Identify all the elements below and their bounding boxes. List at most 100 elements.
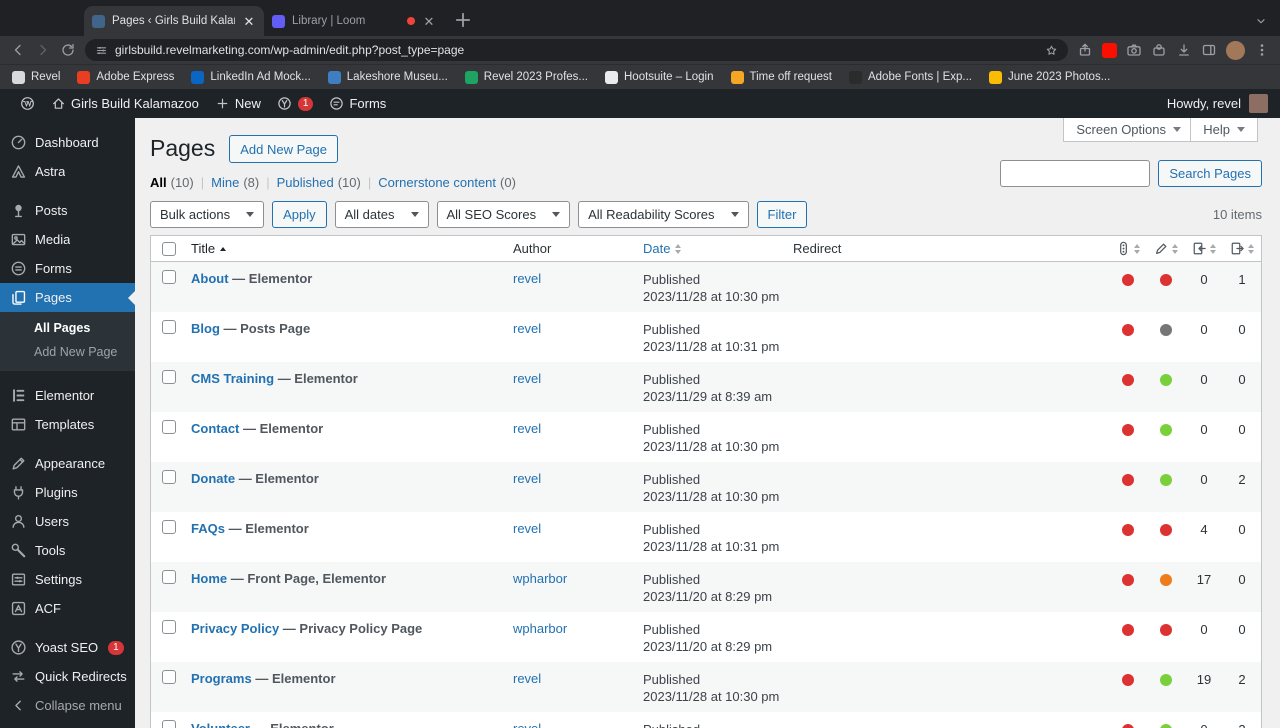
bookmark-time-off-request[interactable]: Time off request xyxy=(730,70,832,84)
wp-logo-menu[interactable] xyxy=(12,89,43,118)
new-content-menu[interactable]: New xyxy=(207,89,269,118)
submenu-item-add-new-page[interactable]: Add New Page xyxy=(0,340,135,364)
page-title-link[interactable]: CMS Training xyxy=(191,371,274,386)
seo-score-column-header[interactable] xyxy=(1109,241,1147,256)
bookmark-hootsuite-login[interactable]: Hootsuite – Login xyxy=(605,70,714,84)
dates-filter-select[interactable]: All dates xyxy=(334,200,429,228)
row-checkbox[interactable] xyxy=(162,720,176,728)
downloads-icon[interactable] xyxy=(1176,42,1192,58)
tab-close-icon[interactable]: ✕ xyxy=(242,15,256,28)
page-title-link[interactable]: About xyxy=(191,271,229,286)
extensions-icon[interactable] xyxy=(1151,42,1167,58)
author-link[interactable]: revel xyxy=(513,521,541,536)
readability-column-header[interactable] xyxy=(1147,241,1185,256)
page-title-link[interactable]: FAQs xyxy=(191,521,225,536)
bulk-actions-select[interactable]: Bulk actions xyxy=(150,200,265,228)
row-checkbox[interactable] xyxy=(162,370,176,384)
bookmark-adobe-fonts-exp[interactable]: Adobe Fonts | Exp... xyxy=(848,70,972,84)
add-new-page-button[interactable]: Add New Page xyxy=(229,135,338,163)
bookmark-revel[interactable]: Revel xyxy=(12,70,60,84)
sidebar-item-dashboard[interactable]: Dashboard xyxy=(0,128,135,157)
forms-menu[interactable]: Forms xyxy=(321,89,394,118)
reload-icon[interactable] xyxy=(60,42,76,58)
sidebar-item-settings[interactable]: Settings xyxy=(0,565,135,594)
sidebar-item-astra[interactable]: Astra xyxy=(0,157,135,186)
forward-icon[interactable] xyxy=(35,42,51,58)
sidebar-item-quick-redirects[interactable]: Quick Redirects xyxy=(0,662,135,691)
help-button[interactable]: Help xyxy=(1190,118,1258,142)
row-checkbox[interactable] xyxy=(162,520,176,534)
tab-close-icon[interactable]: ✕ xyxy=(422,15,436,28)
page-title-link[interactable]: Programs xyxy=(191,671,252,686)
search-pages-button[interactable]: Search Pages xyxy=(1158,160,1262,187)
tab-search-icon[interactable] xyxy=(1254,14,1268,28)
title-column-header[interactable]: Title xyxy=(187,241,509,256)
row-checkbox[interactable] xyxy=(162,620,176,634)
author-link[interactable]: revel xyxy=(513,271,541,286)
side-panel-icon[interactable] xyxy=(1201,42,1217,58)
acrobat-extension-icon[interactable] xyxy=(1102,42,1117,58)
outgoing-links-column-header[interactable] xyxy=(1223,241,1261,256)
sidebar-item-plugins[interactable]: Plugins xyxy=(0,478,135,507)
author-link[interactable]: revel xyxy=(513,421,541,436)
profile-avatar[interactable] xyxy=(1226,40,1245,60)
view-mine[interactable]: Mine (8) xyxy=(211,175,259,190)
my-account-menu[interactable]: Howdy, revel xyxy=(1167,94,1268,113)
bookmark-star-icon[interactable] xyxy=(1045,44,1058,57)
sidebar-item-forms[interactable]: Forms xyxy=(0,254,135,283)
filter-button[interactable]: Filter xyxy=(756,200,808,228)
sidebar-item-users[interactable]: Users xyxy=(0,507,135,536)
bookmark-linkedin-ad-mock[interactable]: LinkedIn Ad Mock... xyxy=(191,70,311,84)
apply-button[interactable]: Apply xyxy=(272,200,327,228)
page-title-link[interactable]: Privacy Policy xyxy=(191,621,279,636)
author-link[interactable]: wpharbor xyxy=(513,621,567,636)
sidebar-item-posts[interactable]: Posts xyxy=(0,196,135,225)
address-bar[interactable]: girlsbuild.revelmarketing.com/wp-admin/e… xyxy=(85,39,1068,61)
sidebar-item-templates[interactable]: Templates xyxy=(0,410,135,439)
readability-filter-select[interactable]: All Readability Scores xyxy=(578,200,749,228)
page-title-link[interactable]: Donate xyxy=(191,471,235,486)
share-icon[interactable] xyxy=(1077,42,1093,58)
new-tab-button[interactable] xyxy=(452,9,474,31)
page-title-link[interactable]: Contact xyxy=(191,421,239,436)
browser-tab[interactable]: Library | Loom ✕ xyxy=(264,6,444,36)
row-checkbox[interactable] xyxy=(162,270,176,284)
site-settings-icon[interactable] xyxy=(95,44,108,57)
sidebar-item-acf[interactable]: ACF xyxy=(0,594,135,623)
sidebar-item-media[interactable]: Media xyxy=(0,225,135,254)
screen-options-button[interactable]: Screen Options xyxy=(1063,118,1194,142)
view-label[interactable]: Published xyxy=(277,175,334,190)
loom-extension-icon[interactable] xyxy=(1126,42,1142,58)
page-title-link[interactable]: Blog xyxy=(191,321,220,336)
author-link[interactable]: revel xyxy=(513,471,541,486)
view-label[interactable]: All xyxy=(150,175,167,190)
view-label[interactable]: Mine xyxy=(211,175,239,190)
author-link[interactable]: revel xyxy=(513,371,541,386)
sidebar-item-appearance[interactable]: Appearance xyxy=(0,449,135,478)
bookmark-revel-2023-profes[interactable]: Revel 2023 Profes... xyxy=(464,70,588,84)
sidebar-item-elementor[interactable]: Elementor xyxy=(0,381,135,410)
sidebar-item-collapse-menu[interactable]: Collapse menu xyxy=(0,691,135,720)
browser-tab[interactable]: Pages ‹ Girls Build Kalamazoo ✕ xyxy=(84,6,264,36)
sidebar-item-pages[interactable]: Pages xyxy=(0,283,135,312)
user-avatar[interactable] xyxy=(1249,94,1268,113)
title-column-link[interactable]: Title xyxy=(191,241,215,256)
author-link[interactable]: revel xyxy=(513,321,541,336)
date-column-link[interactable]: Date xyxy=(643,241,670,256)
row-checkbox[interactable] xyxy=(162,670,176,684)
author-link[interactable]: revel xyxy=(513,721,541,728)
search-input[interactable] xyxy=(1000,160,1151,187)
author-link[interactable]: revel xyxy=(513,671,541,686)
seo-scores-filter-select[interactable]: All SEO Scores xyxy=(436,200,571,228)
page-title-link[interactable]: Home xyxy=(191,571,227,586)
bookmark-lakeshore-museu[interactable]: Lakeshore Museu... xyxy=(327,70,448,84)
page-title-link[interactable]: Volunteer xyxy=(191,721,250,728)
bookmark-adobe-express[interactable]: Adobe Express xyxy=(77,70,174,84)
sidebar-item-tools[interactable]: Tools xyxy=(0,536,135,565)
view-cornerstone-content[interactable]: Cornerstone content (0) xyxy=(378,175,516,190)
author-link[interactable]: wpharbor xyxy=(513,571,567,586)
internal-links-column-header[interactable] xyxy=(1185,241,1223,256)
sidebar-item-yoast-seo[interactable]: Yoast SEO 1 xyxy=(0,633,135,662)
yoast-notifications-menu[interactable]: 1 xyxy=(269,89,322,118)
date-column-header[interactable]: Date xyxy=(639,241,789,256)
